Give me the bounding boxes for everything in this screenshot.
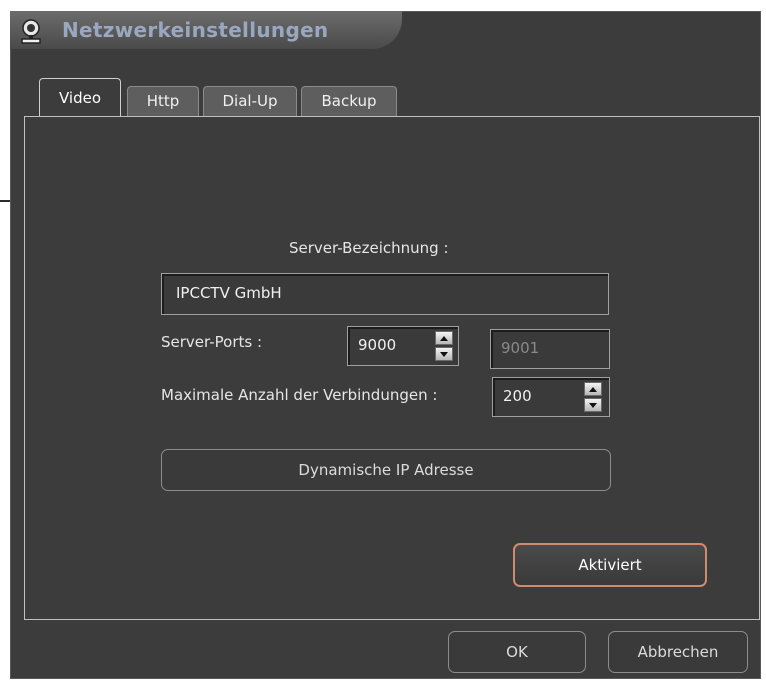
tab-dial-up[interactable]: Dial-Up (203, 86, 297, 116)
max-connections-spinner (584, 382, 602, 412)
server-ports-label: Server-Ports : (161, 333, 263, 351)
arrow-up-icon (440, 335, 448, 341)
title-bar: Netzwerkeinstellungen (10, 11, 402, 49)
edge-tick (0, 200, 10, 202)
network-camera-icon (21, 19, 41, 44)
max-connections-up-button[interactable] (584, 382, 602, 396)
arrow-down-icon (589, 402, 597, 408)
max-connections-down-button[interactable] (584, 398, 602, 412)
activated-button[interactable]: Aktiviert (513, 543, 707, 587)
arrow-down-icon (440, 351, 448, 357)
server-port-secondary-input: 9001 (490, 329, 610, 369)
tab-http[interactable]: Http (127, 86, 199, 116)
max-connections-label: Maximale Anzahl der Verbindungen : (161, 386, 438, 404)
video-tab-panel: Server-Bezeichnung : IPCCTV GmbH Server-… (24, 116, 760, 620)
server-name-label: Server-Bezeichnung : (289, 239, 449, 257)
dynamic-ip-button[interactable]: Dynamische IP Adresse (161, 449, 611, 491)
window-title: Netzwerkeinstellungen (62, 18, 329, 42)
cancel-button[interactable]: Abbrechen (608, 631, 748, 673)
tab-video[interactable]: Video (39, 78, 121, 118)
ok-button[interactable]: OK (448, 631, 586, 673)
server-name-input[interactable]: IPCCTV GmbH (161, 273, 609, 315)
server-port-spinner (435, 331, 453, 361)
network-settings-window: Netzwerkeinstellungen Video Http Dial-Up… (10, 11, 761, 679)
arrow-up-icon (589, 386, 597, 392)
server-port-up-button[interactable] (435, 331, 453, 345)
tab-backup[interactable]: Backup (301, 86, 397, 116)
server-port-down-button[interactable] (435, 347, 453, 361)
